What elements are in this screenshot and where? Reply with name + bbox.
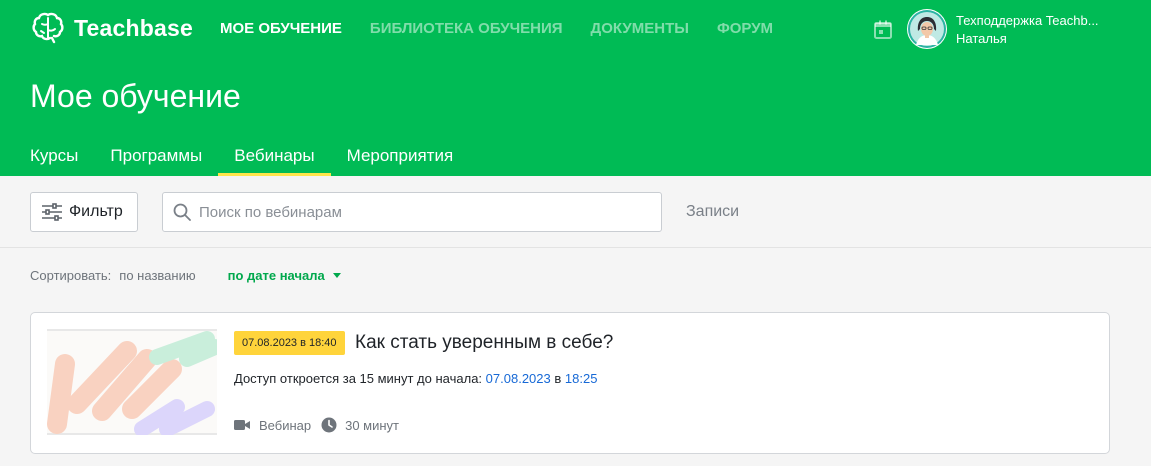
chevron-down-icon [332,273,341,278]
tab-webinars[interactable]: Вебинары [218,146,331,176]
user-name: Техподдержка Teachb... [956,13,1099,28]
filter-toolbar: Фильтр Записи [0,176,1151,248]
access-in: в [554,371,562,386]
records-link[interactable]: Записи [686,203,739,221]
user-info[interactable]: Техподдержка Teachb... Наталья [956,12,1099,48]
tab-courses[interactable]: Курсы [30,146,94,176]
webinar-type: Вебинар [259,417,312,433]
page-title: Мое обучение [30,78,241,114]
search-icon [173,203,191,221]
access-text: Доступ откроется за 15 минут до начала: [234,371,483,386]
webinar-meta: Вебинар 30 минут [234,417,399,433]
nav-my-learning[interactable]: МОЕ ОБУЧЕНИЕ [220,20,342,37]
brand-name: Teachbase [74,14,193,41]
filter-label: Фильтр [69,203,123,220]
brain-logo-icon [32,12,64,44]
video-camera-icon [234,420,250,430]
webinar-date-badge: 07.08.2023 в 18:40 [234,331,345,355]
user-avatar[interactable] [907,9,947,49]
clock-icon [321,417,337,433]
sort-label: Сортировать: [30,268,112,283]
access-info: Доступ откроется за 15 минут до начала: … [234,371,597,386]
webinar-thumbnail [47,329,217,435]
nav-documents[interactable]: ДОКУМЕНТЫ [591,20,689,37]
abstract-pattern-icon [47,329,217,435]
nav-learning-library[interactable]: БИБЛИОТЕКА ОБУЧЕНИЯ [370,20,563,37]
top-navigation: МОЕ ОБУЧЕНИЕ БИБЛИОТЕКА ОБУЧЕНИЯ ДОКУМЕН… [220,20,773,37]
calendar-icon[interactable] [873,20,893,40]
filter-button[interactable]: Фильтр [30,192,138,232]
app-header: Teachbase МОЕ ОБУЧЕНИЕ БИБЛИОТЕКА ОБУЧЕН… [0,0,1151,176]
user-avatar-icon [908,10,946,48]
access-time: 18:25 [564,371,598,386]
webinar-duration: 30 минут [345,417,400,433]
logo[interactable]: Teachbase [30,12,193,44]
filter-sliders-icon [42,203,62,221]
webinar-title[interactable]: Как стать уверенным в себе? [355,332,613,354]
sort-by-date-label: по дате начала [227,268,325,283]
tab-programs[interactable]: Программы [94,146,218,176]
section-tabs: Курсы Программы Вебинары Мероприятия [30,146,469,176]
access-date: 07.08.2023 [485,371,551,386]
nav-forum[interactable]: ФОРУМ [717,20,773,37]
search-input[interactable] [199,203,639,221]
sort-by-name[interactable]: по названию [119,268,195,283]
tab-events[interactable]: Мероприятия [331,146,470,176]
search-box[interactable] [162,192,662,232]
sort-by-date[interactable]: по дате начала [228,268,341,283]
webinar-card[interactable]: 07.08.2023 в 18:40 Как стать уверенным в… [30,312,1110,454]
sort-bar: Сортировать: по названию по дате начала [30,268,341,283]
user-subname: Наталья [956,31,1007,46]
